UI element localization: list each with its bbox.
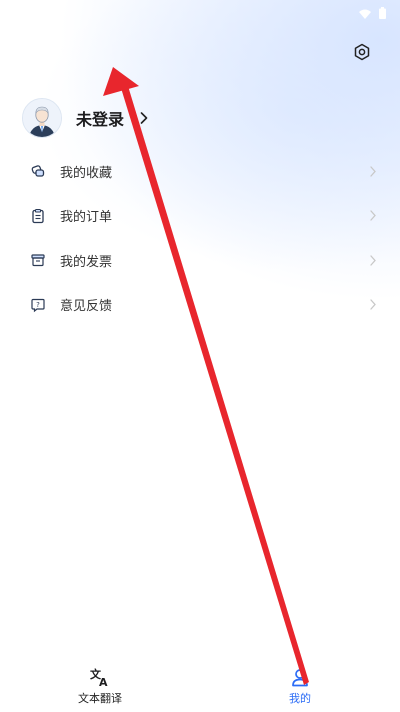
- settings-icon: [353, 43, 371, 65]
- battery-icon: [379, 4, 386, 23]
- menu-item-favorites[interactable]: 我的收藏: [0, 149, 400, 194]
- status-bar: [0, 0, 400, 22]
- menu-item-orders[interactable]: 我的订单: [0, 194, 400, 239]
- profile-icon: [290, 667, 310, 687]
- menu-label: 我的订单: [60, 210, 113, 226]
- orders-icon: [29, 207, 47, 225]
- chevron-right-icon: [370, 255, 376, 266]
- profile-login-entry[interactable]: 未登录: [22, 98, 148, 138]
- settings-button[interactable]: [350, 42, 374, 66]
- wifi-icon: [359, 4, 371, 23]
- chevron-right-icon: [370, 210, 376, 221]
- login-label: 未登录: [76, 110, 125, 129]
- chevron-right-icon: [370, 299, 376, 310]
- chevron-right-icon: [140, 112, 148, 124]
- translate-icon: 文 A: [89, 667, 111, 687]
- svg-text:?: ?: [36, 301, 40, 309]
- chevron-right-icon: [370, 166, 376, 177]
- tab-text-translation[interactable]: 文 A 文本翻译: [0, 664, 200, 712]
- invoice-icon: [29, 251, 47, 269]
- bottom-tab-bar: 文 A 文本翻译 我的: [0, 664, 400, 712]
- menu-item-invoice[interactable]: 我的发票: [0, 238, 400, 283]
- tab-label: 我的: [289, 692, 311, 705]
- feedback-icon: ?: [29, 296, 47, 314]
- tab-mine[interactable]: 我的: [200, 664, 400, 712]
- menu-label: 意见反馈: [60, 299, 113, 315]
- avatar: [22, 98, 62, 138]
- svg-text:A: A: [99, 676, 108, 687]
- favorites-icon: [29, 162, 47, 180]
- menu-item-feedback[interactable]: ? 意见反馈: [0, 283, 400, 328]
- menu-label: 我的收藏: [60, 165, 113, 181]
- menu-label: 我的发票: [60, 254, 113, 270]
- tab-label: 文本翻译: [78, 692, 122, 705]
- menu-list: 我的收藏 我的订单 我的发票 ? 意见反馈: [0, 149, 400, 327]
